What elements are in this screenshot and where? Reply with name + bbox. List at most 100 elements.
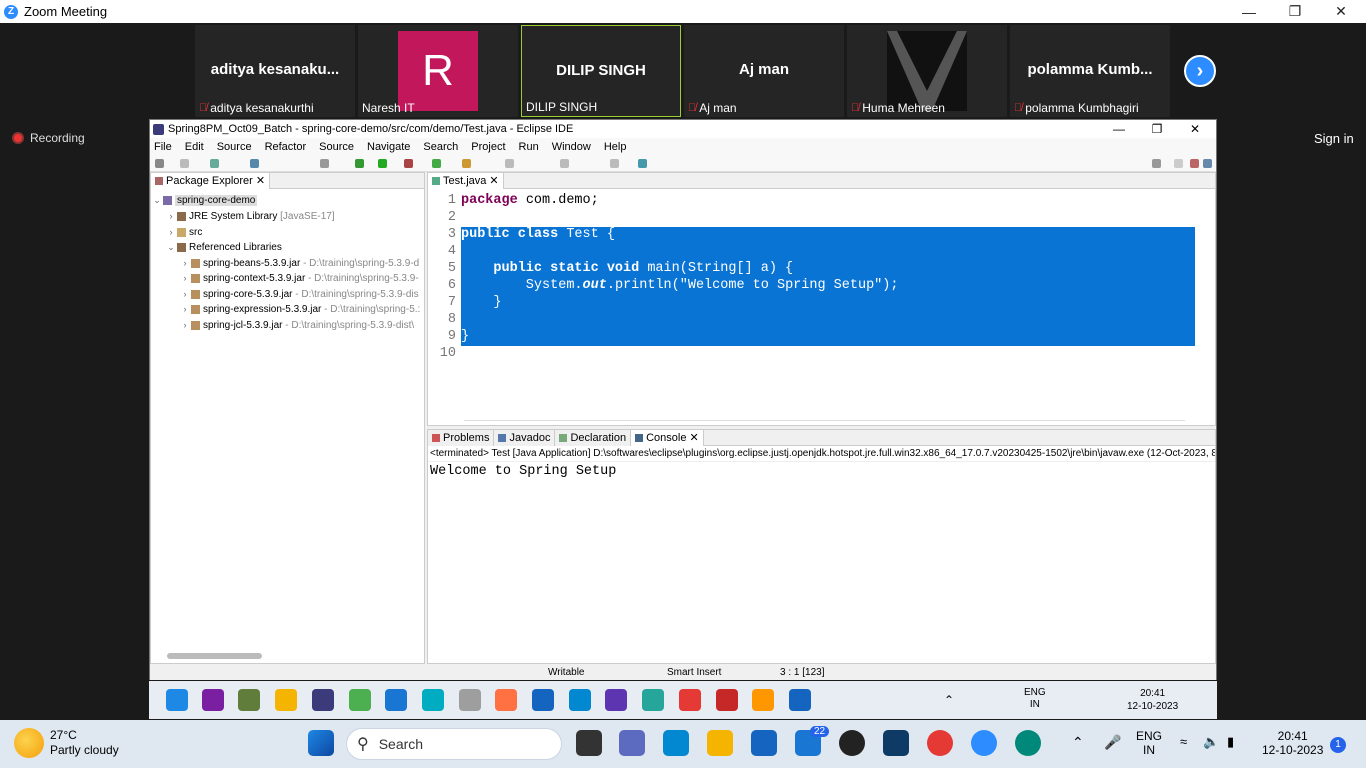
save-icon[interactable]: [180, 159, 189, 168]
open-type-icon[interactable]: [462, 159, 471, 168]
edge-dev-icon[interactable]: [1015, 730, 1041, 756]
app-icon[interactable]: [642, 689, 664, 711]
app-icon[interactable]: [716, 689, 738, 711]
wifi-icon[interactable]: ≈: [1180, 734, 1187, 749]
close-icon[interactable]: ✕: [1176, 120, 1214, 138]
app-icon[interactable]: [459, 689, 481, 711]
weather-widget[interactable]: 27°C Partly cloudy: [14, 728, 119, 758]
sublime-icon[interactable]: [752, 689, 774, 711]
tab-test-java[interactable]: Test.java ✕: [428, 172, 504, 189]
clock[interactable]: 20:41 12-10-2023: [1127, 687, 1178, 713]
collapse-icon[interactable]: ⌄: [165, 242, 177, 253]
expand-icon[interactable]: ›: [179, 320, 191, 330]
maximize-icon[interactable]: ❐: [1272, 0, 1318, 23]
zoom-icon[interactable]: [971, 730, 997, 756]
canva-icon[interactable]: [422, 689, 444, 711]
horizontal-scrollbar[interactable]: [464, 420, 1185, 421]
menu-navigate[interactable]: Navigate: [367, 141, 410, 153]
next-participants-button[interactable]: ›: [1184, 55, 1216, 87]
spring-tool-icon[interactable]: [349, 689, 371, 711]
java-perspective-icon[interactable]: [1203, 159, 1212, 168]
clock[interactable]: 20:41 12-10-2023: [1262, 729, 1323, 757]
tree-item-jre[interactable]: › JRE System Library [JavaSE-17]: [165, 209, 335, 223]
windows-start-icon[interactable]: [308, 730, 334, 756]
menu-run[interactable]: Run: [519, 141, 539, 153]
run-icon[interactable]: [378, 159, 387, 168]
debug-icon[interactable]: [355, 159, 364, 168]
menu-source[interactable]: Source: [217, 141, 252, 153]
tab-problems[interactable]: Problems: [428, 429, 495, 446]
participant-tile[interactable]: Aj man 🎙̸ Aj man: [684, 25, 844, 117]
microphone-icon[interactable]: 🎤: [1104, 734, 1121, 751]
tree-item-referenced-libraries[interactable]: ⌄ Referenced Libraries: [165, 240, 282, 254]
zoom-icon[interactable]: [532, 689, 554, 711]
new-class-icon[interactable]: [432, 159, 441, 168]
chrome-icon[interactable]: [927, 730, 953, 756]
participant-tile[interactable]: aditya kesanaku... 🎙̸ aditya kesanakurthi: [195, 25, 355, 117]
file-explorer-icon[interactable]: [275, 689, 297, 711]
tool-icon[interactable]: [250, 159, 259, 168]
chrome-icon[interactable]: [679, 689, 701, 711]
tab-console[interactable]: Console ✕: [631, 429, 704, 446]
close-tab-icon[interactable]: ✕: [256, 174, 265, 187]
windows-start-icon[interactable]: [166, 689, 188, 711]
expand-icon[interactable]: ›: [165, 211, 177, 221]
java-ee-perspective-icon[interactable]: [1190, 159, 1199, 168]
menu-help[interactable]: Help: [604, 141, 627, 153]
battery-icon[interactable]: ▮: [1227, 734, 1234, 750]
notification-badge[interactable]: 1: [1330, 737, 1346, 753]
code-editor[interactable]: Test.java ✕ 1 2 3 4 5 6 7 8 9 10 package…: [427, 172, 1216, 426]
tree-item-project[interactable]: ⌄ spring-core-demo: [151, 193, 258, 207]
expand-icon[interactable]: ›: [179, 289, 191, 299]
tree-item-jar[interactable]: › spring-core-5.3.9.jar - D:\training\sp…: [179, 287, 419, 301]
menu-project[interactable]: Project: [471, 141, 505, 153]
perspective-icon[interactable]: [1174, 159, 1183, 168]
collapse-icon[interactable]: ⌄: [151, 195, 163, 206]
participant-tile[interactable]: R Naresh IT: [358, 25, 518, 117]
chevron-up-icon[interactable]: ⌃: [944, 693, 954, 707]
forward-icon[interactable]: [610, 159, 619, 168]
file-explorer-icon[interactable]: [707, 730, 733, 756]
search-input[interactable]: ⚲ Search: [346, 728, 562, 760]
sign-in-link[interactable]: Sign in: [1314, 131, 1354, 146]
horizontal-scrollbar[interactable]: [167, 653, 262, 659]
eclipse-icon[interactable]: [312, 689, 334, 711]
language-indicator[interactable]: ENG IN: [1136, 729, 1162, 757]
participant-tile-active[interactable]: DILIP SINGH DILIP SINGH: [521, 25, 681, 117]
vscode-icon[interactable]: [385, 689, 407, 711]
minimize-icon[interactable]: —: [1226, 0, 1272, 23]
tree-item-jar[interactable]: › spring-beans-5.3.9.jar - D:\training\s…: [179, 256, 420, 270]
word-icon[interactable]: [789, 689, 811, 711]
search-icon[interactable]: [1152, 159, 1161, 168]
next-annotation-icon[interactable]: [505, 159, 514, 168]
tree-item-jar[interactable]: › spring-jcl-5.3.9.jar - D:\training\spr…: [179, 318, 415, 332]
participant-tile[interactable]: 🎙̸ Huma Mehreen: [847, 25, 1007, 117]
chevron-up-icon[interactable]: ⌃: [1072, 734, 1084, 751]
menu-source-2[interactable]: Source: [319, 141, 354, 153]
close-tab-icon[interactable]: ✕: [689, 431, 698, 444]
external-tools-icon[interactable]: [404, 159, 413, 168]
back-icon[interactable]: [560, 159, 569, 168]
onenote-icon[interactable]: [202, 689, 224, 711]
github-icon[interactable]: [605, 689, 627, 711]
expand-icon[interactable]: ›: [165, 227, 177, 237]
code-area[interactable]: 1 2 3 4 5 6 7 8 9 10 package com.demo; p…: [428, 190, 1195, 410]
build-icon[interactable]: [210, 159, 219, 168]
tab-declaration[interactable]: Declaration: [555, 429, 632, 446]
postman-icon[interactable]: [495, 689, 517, 711]
maximize-icon[interactable]: ❐: [1138, 120, 1176, 138]
task-view-icon[interactable]: [576, 730, 602, 756]
menu-search[interactable]: Search: [423, 141, 458, 153]
tree-item-jar[interactable]: › spring-context-5.3.9.jar - D:\training…: [179, 271, 419, 285]
expand-icon[interactable]: ›: [179, 273, 191, 283]
participant-tile[interactable]: polamma Kumb... 🎙̸ polamma Kumbhagiri: [1010, 25, 1170, 117]
dell-icon[interactable]: [839, 730, 865, 756]
tab-javadoc[interactable]: Javadoc: [494, 429, 556, 446]
menu-refactor[interactable]: Refactor: [265, 141, 307, 153]
new-icon[interactable]: [155, 159, 164, 168]
tab-package-explorer[interactable]: Package Explorer ✕: [151, 172, 271, 189]
minimize-icon[interactable]: —: [1100, 120, 1138, 138]
pin-editor-icon[interactable]: [638, 159, 647, 168]
app-icon[interactable]: [883, 730, 909, 756]
tree-item-jar[interactable]: › spring-expression-5.3.9.jar - D:\train…: [179, 302, 421, 316]
